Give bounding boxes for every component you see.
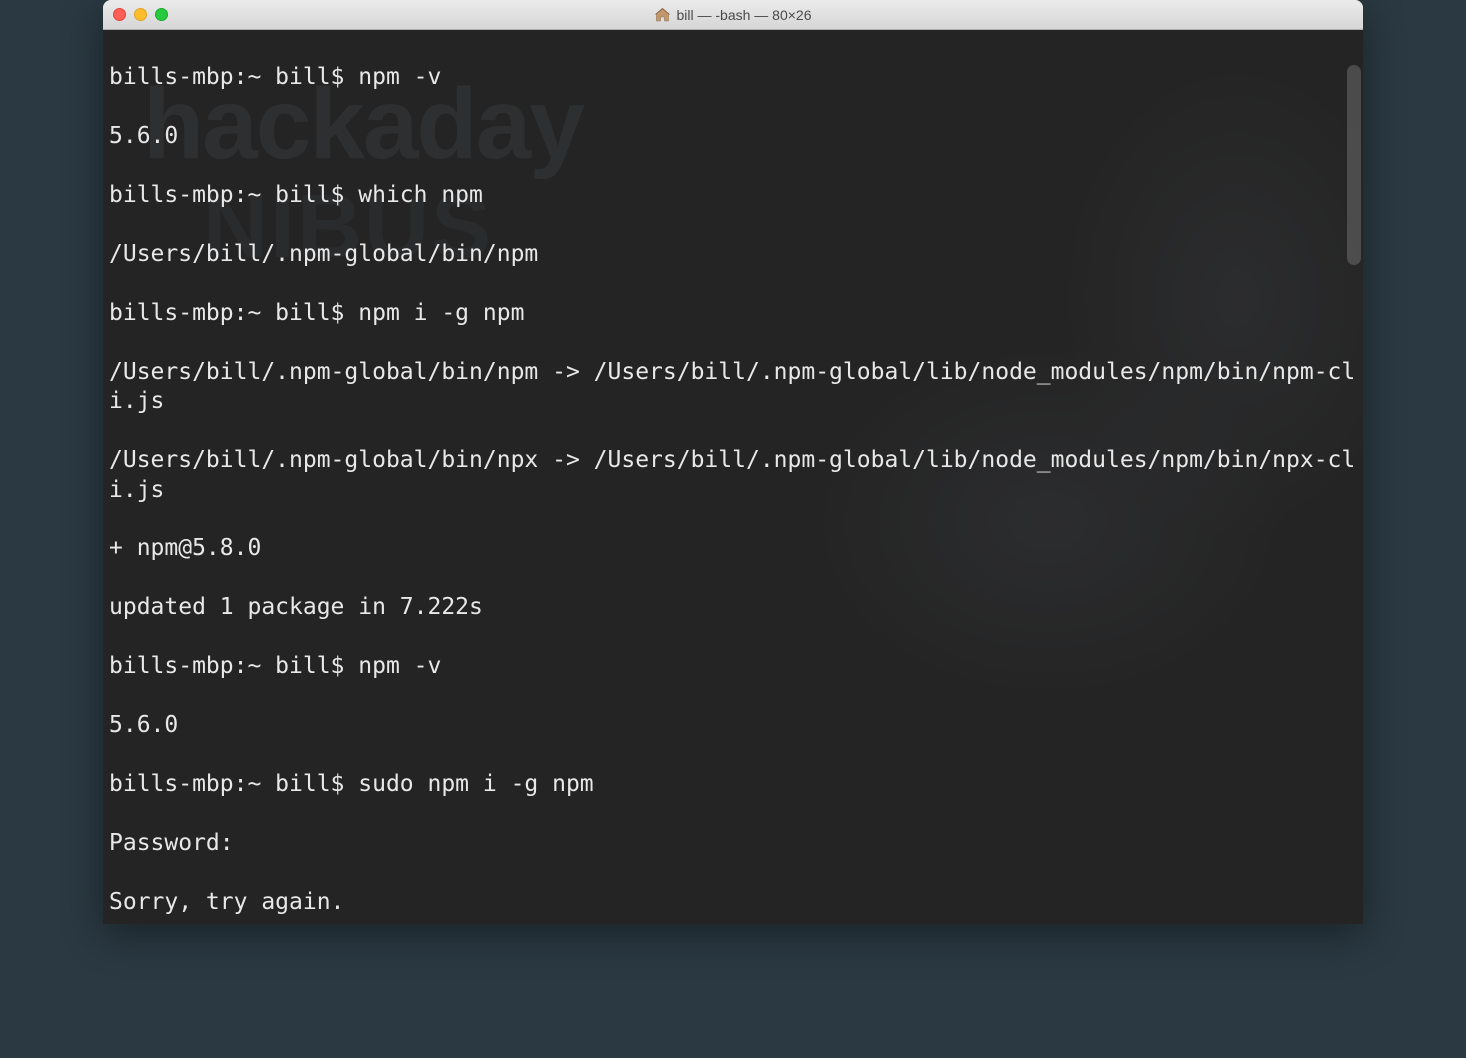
terminal-body[interactable]: hackaday NIBUS bills-mbp:~ bill$ npm -v … bbox=[103, 30, 1363, 924]
maximize-button[interactable] bbox=[155, 8, 168, 21]
terminal-line: /Users/bill/.npm-global/bin/npx -> /User… bbox=[109, 446, 1357, 505]
terminal-line: bills-mbp:~ bill$ npm i -g npm bbox=[109, 299, 1357, 328]
terminal-line: bills-mbp:~ bill$ npm -v bbox=[109, 63, 1357, 92]
terminal-line: bills-mbp:~ bill$ sudo npm i -g npm bbox=[109, 770, 1357, 799]
minimize-button[interactable] bbox=[134, 8, 147, 21]
prompt: bills-mbp:~ bill$ bbox=[109, 64, 358, 90]
terminal-line: bills-mbp:~ bill$ npm -v bbox=[109, 652, 1357, 681]
command-text: npm i -g npm bbox=[358, 300, 524, 326]
title-text: bill — -bash — 80×26 bbox=[676, 7, 811, 23]
terminal-line: 5.6.0 bbox=[109, 711, 1357, 740]
prompt: bills-mbp:~ bill$ bbox=[109, 182, 358, 208]
terminal-line: /Users/bill/.npm-global/bin/npm -> /User… bbox=[109, 358, 1357, 417]
terminal-line: Password: bbox=[109, 829, 1357, 858]
prompt: bills-mbp:~ bill$ bbox=[109, 771, 358, 797]
command-text: npm -v bbox=[358, 64, 441, 90]
window-title: bill — -bash — 80×26 bbox=[654, 7, 811, 23]
home-icon bbox=[654, 7, 670, 23]
close-button[interactable] bbox=[113, 8, 126, 21]
terminal-window: bill — -bash — 80×26 hackaday NIBUS bill… bbox=[103, 0, 1363, 924]
terminal-line: Sorry, try again. bbox=[109, 888, 1357, 917]
terminal-line: + npm@5.8.0 bbox=[109, 534, 1357, 563]
traffic-lights bbox=[103, 8, 168, 21]
titlebar[interactable]: bill — -bash — 80×26 bbox=[103, 0, 1363, 30]
terminal-line: 5.6.0 bbox=[109, 122, 1357, 151]
command-text: which npm bbox=[358, 182, 483, 208]
terminal-content[interactable]: bills-mbp:~ bill$ npm -v 5.6.0 bills-mbp… bbox=[109, 34, 1357, 924]
prompt: bills-mbp:~ bill$ bbox=[109, 300, 358, 326]
command-text: npm -v bbox=[358, 653, 441, 679]
command-text: sudo npm i -g npm bbox=[358, 771, 593, 797]
terminal-line: updated 1 package in 7.222s bbox=[109, 593, 1357, 622]
terminal-line: /Users/bill/.npm-global/bin/npm bbox=[109, 240, 1357, 269]
terminal-line: bills-mbp:~ bill$ which npm bbox=[109, 181, 1357, 210]
prompt: bills-mbp:~ bill$ bbox=[109, 653, 358, 679]
